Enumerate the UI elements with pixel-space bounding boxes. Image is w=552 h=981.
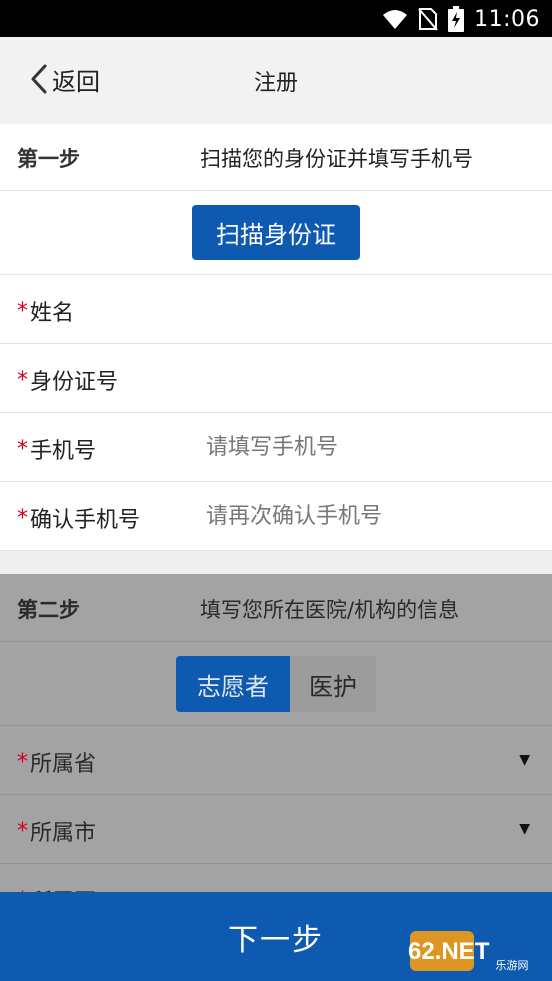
confirm-phone-label-text: 确认手机号 [30,508,141,533]
step1-description: 扫描您的身份证并填写手机号 [200,147,473,171]
district-label: * 所属区 [17,884,96,893]
phone-label: * 手机号 [17,433,96,465]
name-row: * 姓名 [0,275,552,344]
watermark-line1: 962.NET [408,938,490,965]
province-label: * 所属省 [17,746,96,778]
role-segmented-control: 志愿者 医护 [176,656,376,712]
name-label: * 姓名 [17,295,74,327]
required-mark: * [17,367,28,393]
step1-label: 第一步 [17,147,80,171]
required-mark: * [17,436,28,462]
phone-input[interactable] [200,427,532,467]
id-number-label-text: 身份证号 [30,370,119,395]
required-mark: * [17,749,28,775]
province-select[interactable]: * 所属省 ▼ [0,726,552,795]
no-sim-icon [418,8,438,31]
dropdown-arrow-icon: ▼ [519,752,530,768]
confirm-phone-row: * 确认手机号 [0,482,552,551]
step2-section: 第二步 填写您所在医院/机构的信息 志愿者 医护 * 所属省 ▼ * 所属市 ▼… [0,574,552,892]
scan-id-card-button[interactable]: 扫描身份证 [192,205,360,260]
segment-medical[interactable]: 医护 [290,656,376,712]
district-select[interactable]: * 所属区 [0,864,552,892]
status-bar: 11:06 [0,0,552,37]
watermark-logo: 962.NET 乐游网 [408,931,529,972]
confirm-phone-label: * 确认手机号 [17,502,140,534]
city-label-text: 所属市 [30,821,97,846]
city-select[interactable]: * 所属市 ▼ [0,795,552,864]
page-title: 注册 [253,71,298,96]
phone-row: * 手机号 [0,413,552,482]
confirm-phone-input[interactable] [200,496,532,536]
required-mark: * [17,505,28,531]
nav-bar: 返回 注册 [0,37,552,125]
step2-header: 第二步 填写您所在医院/机构的信息 [0,574,552,642]
city-label: * 所属市 [17,815,96,847]
next-step-label: 下一步 [228,922,324,958]
battery-charging-icon [448,6,465,32]
dropdown-arrow-icon: ▼ [519,821,530,837]
province-label-text: 所属省 [30,752,97,777]
watermark-line2: 乐游网 [496,959,529,972]
required-mark: * [17,298,28,324]
step2-label: 第二步 [17,598,80,622]
required-mark: * [17,818,28,844]
segment-volunteer[interactable]: 志愿者 [176,656,290,712]
district-label-text: 所属区 [30,884,96,892]
id-number-input[interactable] [200,358,532,398]
section-divider [0,551,552,574]
step1-header: 第一步 扫描您的身份证并填写手机号 [0,124,552,191]
name-input[interactable] [200,289,532,329]
step2-description: 填写您所在医院/机构的信息 [200,598,460,622]
status-time: 11:06 [474,6,540,32]
wifi-icon [383,10,408,29]
id-number-label: * 身份证号 [17,364,118,396]
id-number-row: * 身份证号 [0,344,552,413]
phone-label-text: 手机号 [30,439,97,464]
name-label-text: 姓名 [30,301,75,326]
